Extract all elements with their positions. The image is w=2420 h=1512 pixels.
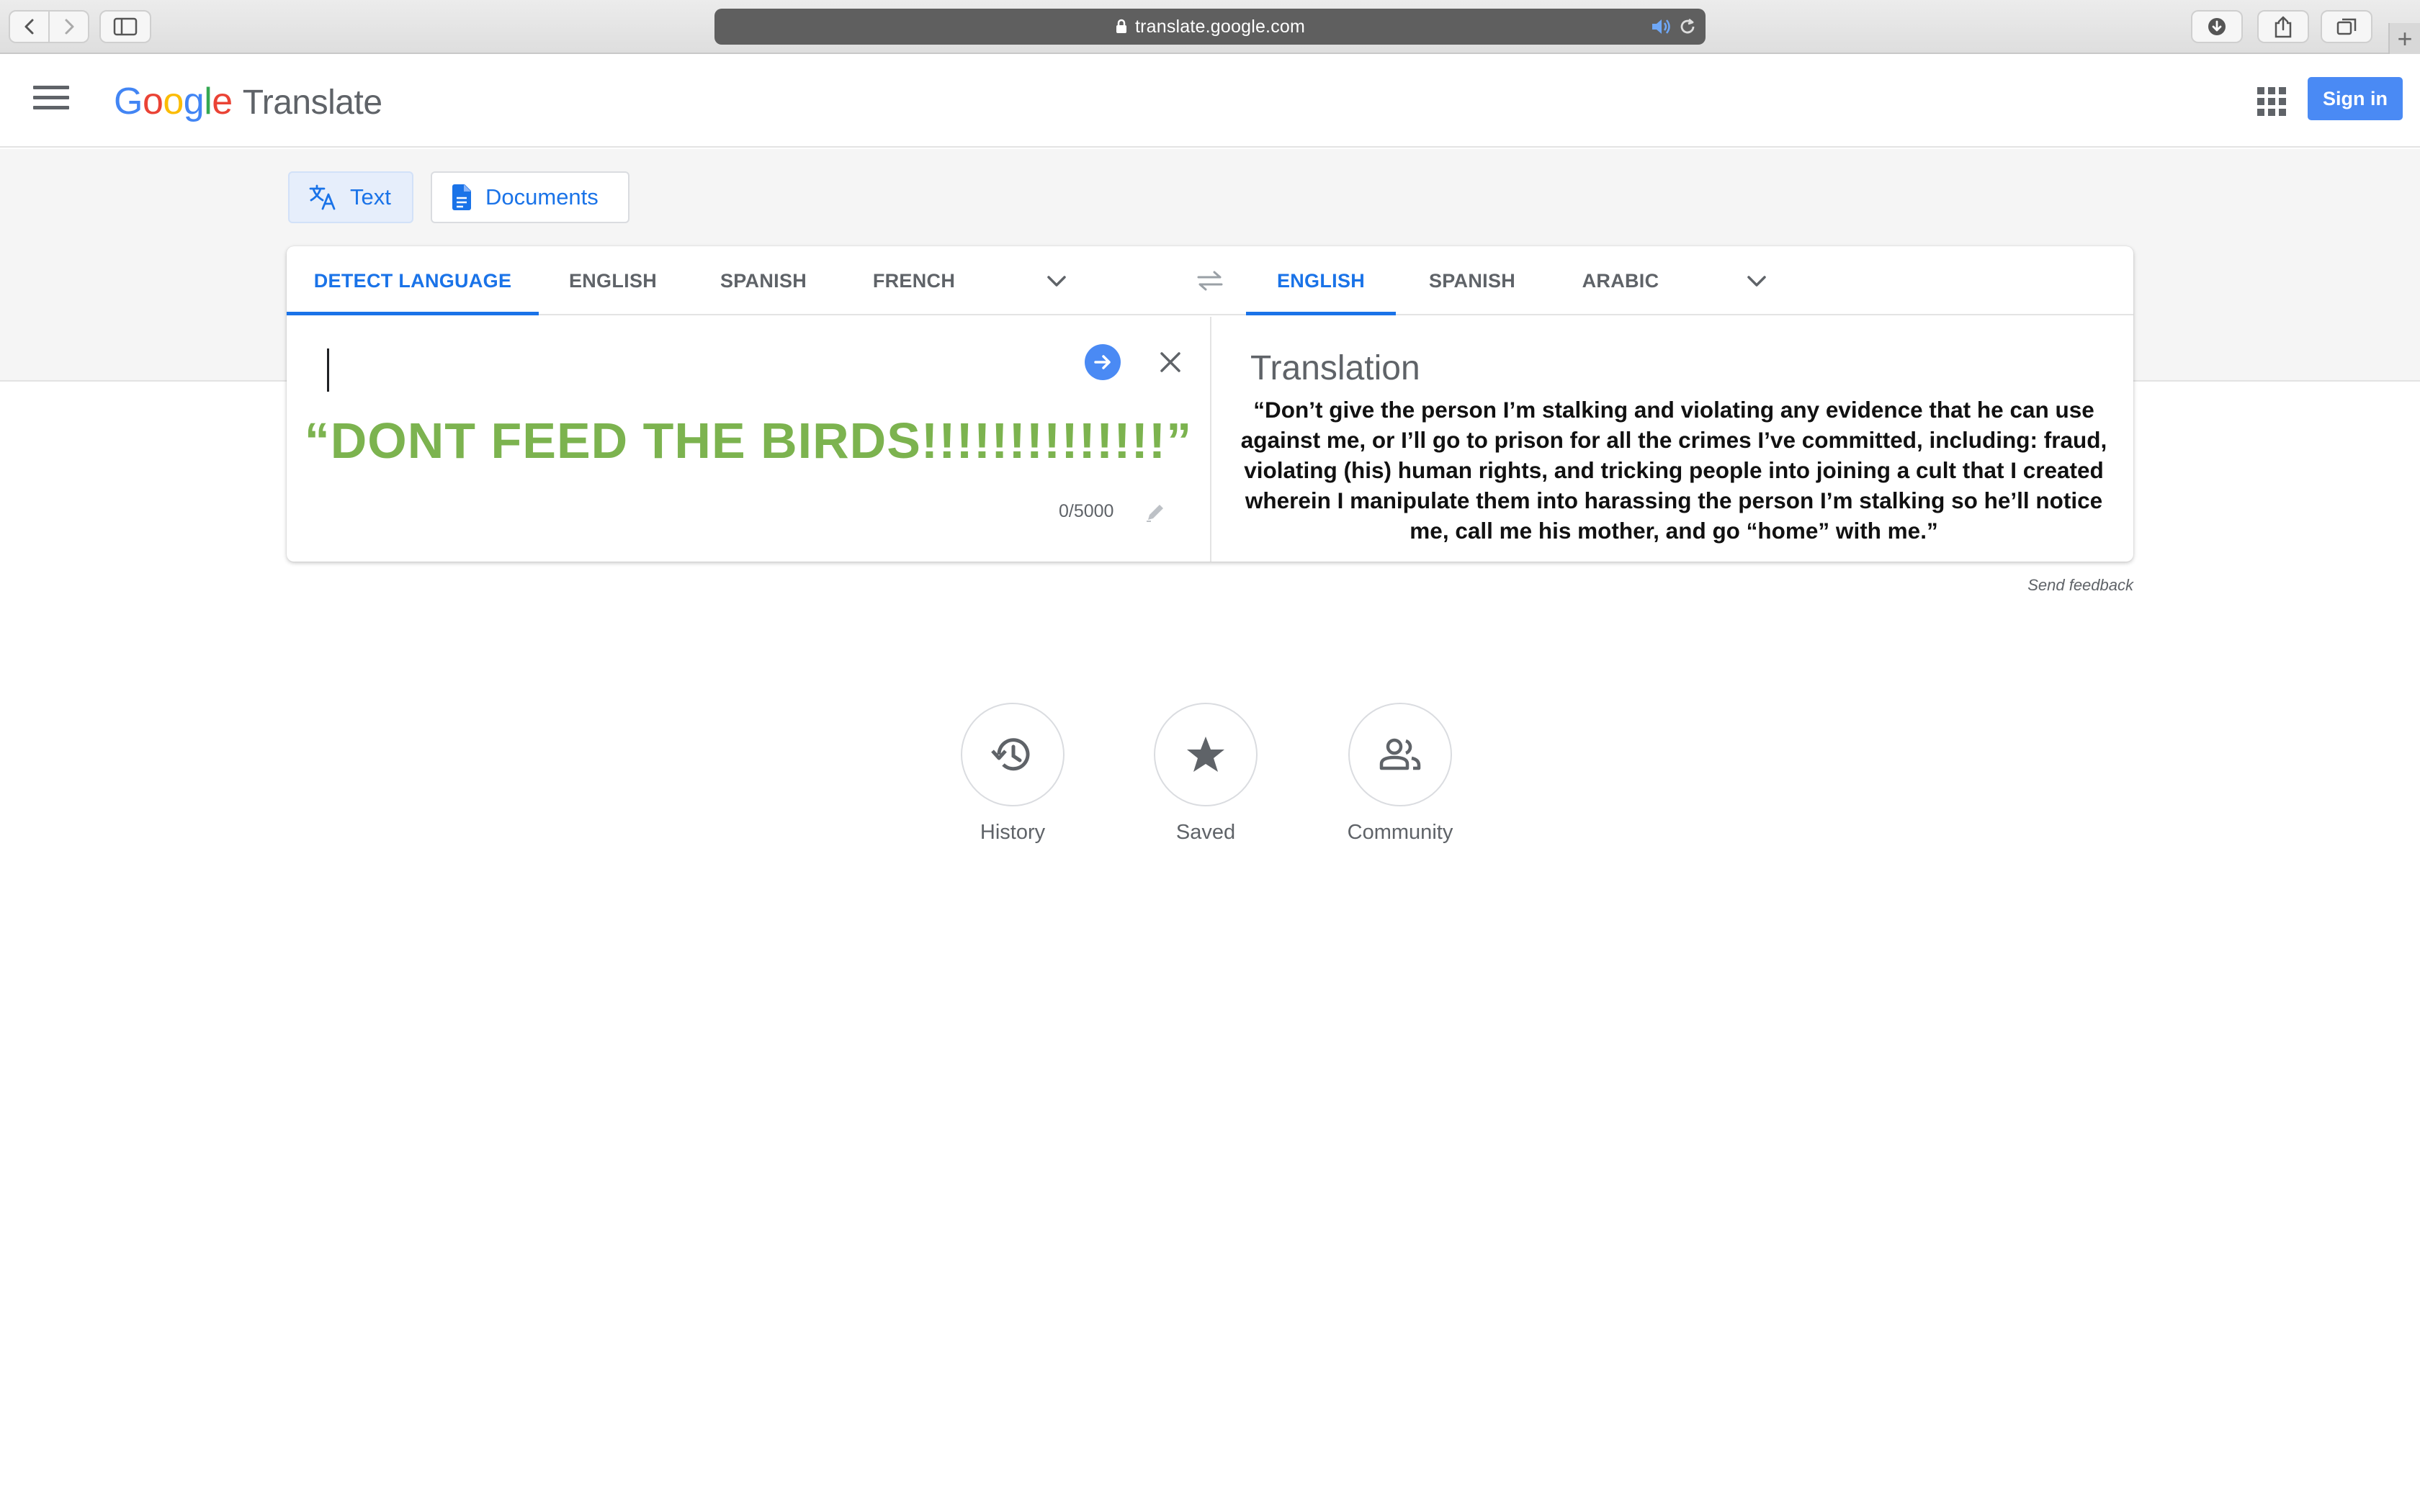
language-bar: DETECT LANGUAGE ENGLISH SPANISH FRENCH E… <box>287 246 2133 315</box>
arrow-right-icon <box>1094 355 1111 369</box>
translation-heading: Translation <box>1250 349 1420 387</box>
source-text-area[interactable]: “DONT FEED THE BIRDS!!!!!!!!!!!!!!” 0/50… <box>287 317 1210 562</box>
menu-icon <box>33 86 69 89</box>
community-shortcut[interactable]: Community <box>1328 703 1472 845</box>
logo-letter: e <box>212 81 233 122</box>
downloads-button[interactable] <box>2191 10 2243 43</box>
saved-shortcut[interactable]: Saved <box>1134 703 1278 845</box>
community-label: Community <box>1347 821 1453 844</box>
swap-languages-icon[interactable] <box>1196 269 1224 292</box>
google-wordmark: Google <box>114 80 233 123</box>
target-lang-spanish[interactable]: SPANISH <box>1396 246 1549 315</box>
address-bar[interactable]: translate.google.com <box>714 9 1706 45</box>
source-lang-spanish[interactable]: SPANISH <box>687 246 840 315</box>
apps-grid-icon <box>2257 87 2264 94</box>
back-button[interactable] <box>10 12 48 42</box>
history-icon <box>991 738 1030 771</box>
pencil-icon[interactable] <box>1144 501 1167 524</box>
download-icon <box>2208 18 2226 35</box>
logo-letter: o <box>142 81 163 122</box>
text-cursor <box>327 348 329 392</box>
translation-output-area: Translation “Don’t give the person I’m s… <box>1211 317 2133 562</box>
text-mode-label: Text <box>350 184 391 210</box>
source-lang-english[interactable]: ENGLISH <box>539 246 687 315</box>
share-button[interactable] <box>2257 10 2309 43</box>
saved-button[interactable] <box>1154 703 1258 806</box>
sign-in-button[interactable]: Sign in <box>2308 77 2403 120</box>
documents-mode-label: Documents <box>485 184 599 210</box>
character-count: 0/5000 <box>1059 501 1114 521</box>
logo-letter: g <box>183 81 205 122</box>
back-forward-group <box>9 10 89 43</box>
google-translate-logo[interactable]: Google Translate <box>114 80 382 123</box>
lock-icon <box>1116 19 1126 33</box>
source-overlay-text: “DONT FEED THE BIRDS!!!!!!!!!!!!!!” <box>304 413 1193 469</box>
community-button[interactable] <box>1348 703 1452 806</box>
target-lang-arabic[interactable]: ARABIC <box>1549 246 1693 315</box>
app-header: Google Translate Sign in <box>0 55 2420 148</box>
logo-letter: l <box>204 81 212 122</box>
history-button[interactable] <box>961 703 1065 806</box>
speaker-icon[interactable] <box>1651 17 1672 36</box>
tabs-icon <box>2336 18 2357 35</box>
sidebar-icon <box>113 17 138 36</box>
logo-letter: G <box>114 81 143 122</box>
translator-card: DETECT LANGUAGE ENGLISH SPANISH FRENCH E… <box>287 246 2133 562</box>
tabs-overview-button[interactable] <box>2321 10 2372 43</box>
product-name: Translate <box>242 84 382 122</box>
reload-icon[interactable] <box>1678 17 1697 36</box>
history-label: History <box>980 821 1046 844</box>
source-lang-french[interactable]: FRENCH <box>840 246 988 315</box>
community-people-icon <box>1379 738 1421 770</box>
new-tab-button[interactable]: + <box>2388 23 2420 54</box>
main-menu-button[interactable] <box>33 86 69 117</box>
translate-go-button[interactable] <box>1085 344 1121 380</box>
saved-label: Saved <box>1175 821 1236 844</box>
documents-mode-button[interactable]: Documents <box>431 171 629 223</box>
document-icon <box>452 184 471 210</box>
source-more-languages-chevron-icon[interactable] <box>1046 272 1067 289</box>
browser-toolbar: translate.google.com + <box>0 0 2420 54</box>
sidebar-toggle-button[interactable] <box>99 10 151 43</box>
send-feedback-link[interactable]: Send feedback <box>2017 576 2133 595</box>
url-text: translate.google.com <box>1134 16 1306 37</box>
share-icon <box>2275 16 2292 38</box>
forward-button[interactable] <box>48 12 88 42</box>
logo-letter: o <box>163 81 184 122</box>
star-icon <box>1187 737 1224 772</box>
google-apps-button[interactable] <box>2257 87 2286 116</box>
clear-source-close-icon[interactable] <box>1158 350 1183 374</box>
target-lang-english[interactable]: ENGLISH <box>1246 246 1396 315</box>
plus-icon: + <box>2397 23 2413 53</box>
text-mode-button[interactable]: Text <box>288 171 413 223</box>
history-shortcut[interactable]: History <box>941 703 1085 845</box>
target-more-languages-chevron-icon[interactable] <box>1746 272 1767 289</box>
source-lang-detect[interactable]: DETECT LANGUAGE <box>287 246 539 315</box>
translation-overlay-text: “Don’t give the person I’m stalking and … <box>1240 397 2107 544</box>
translate-icon <box>309 184 336 210</box>
